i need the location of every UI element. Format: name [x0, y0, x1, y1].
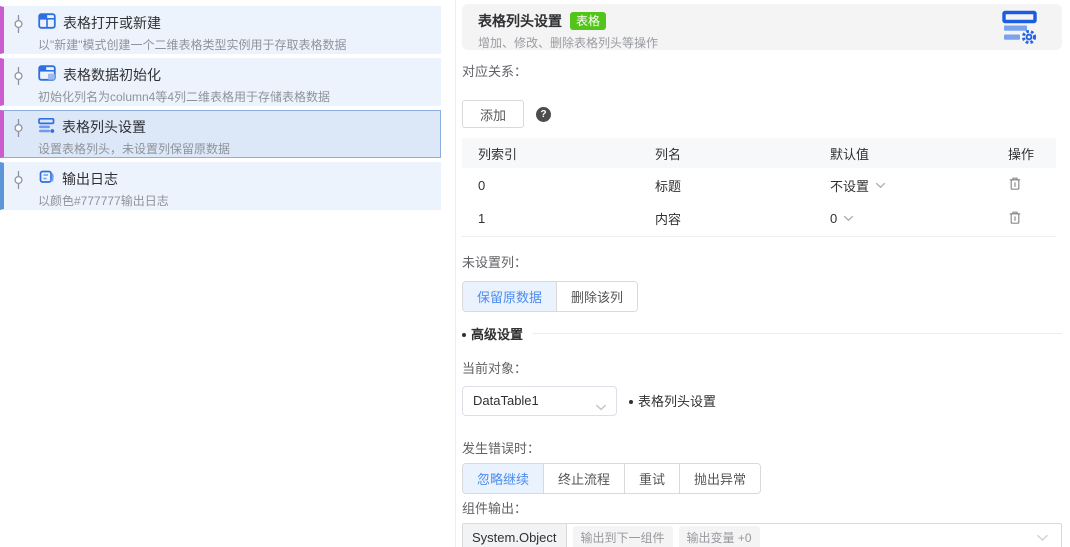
workflow-editor: 表格打开或新建 以"新建"模式创建一个二维表格类型实例用于存取表格数据 表格数据… [0, 0, 1070, 547]
delete-row-icon[interactable] [1008, 177, 1022, 194]
unset-column-toggle: 保留原数据 删除该列 [462, 280, 639, 312]
node-title: 表格数据初始化 [63, 67, 161, 83]
default-value: 不设置 [830, 178, 870, 194]
component-output-label: 组件输出： [462, 500, 528, 516]
drag-handle-icon[interactable] [12, 171, 25, 198]
workflow-node-table-init[interactable]: 表格数据初始化 初始化列名为column4等4列二维表格用于存储表格数据 [0, 58, 441, 106]
panel-divider [455, 0, 456, 547]
component-output-bar[interactable]: System.Object 输出到下一组件 输出变量 +0 [462, 522, 1062, 547]
column-mapping-table: 列索引 列名 默认值 操作 0 标题 不设置 1 内容 0 [462, 138, 1056, 237]
output-target-chip[interactable]: 输出到下一组件 [572, 526, 673, 547]
table-init-icon [38, 64, 56, 86]
node-config-panel: 表格列头设置 表格 增加、修改、删除表格列头等操作 对应关系： 添加 ? 列索引… [462, 0, 1062, 547]
cell-column-name: 内容 [639, 202, 814, 237]
object-hint: 表格列头设置 [629, 391, 716, 410]
current-object-select[interactable]: DataTable1 [462, 385, 617, 416]
node-title: 表格列头设置 [62, 119, 146, 135]
table-header-icon [38, 117, 55, 138]
cell-column-index: 0 [478, 177, 486, 193]
column-header-name: 列名 [639, 138, 814, 168]
cell-column-index: 1 [462, 202, 639, 237]
on-error-toggle: 忽略继续 终止流程 重试 抛出异常 [462, 462, 762, 494]
node-description: 初始化列名为column4等4列二维表格用于存储表格数据 [38, 90, 331, 104]
option-throw-exception[interactable]: 抛出异常 [679, 463, 761, 493]
table-settings-icon [1000, 9, 1040, 51]
option-ignore-continue[interactable]: 忽略继续 [463, 463, 544, 493]
table-row: 0 标题 不设置 [462, 168, 1056, 202]
current-object-label: 当前对象： [462, 360, 528, 376]
add-button[interactable]: 添加 [462, 100, 525, 128]
config-title: 表格列头设置 [478, 13, 562, 29]
default-value-dropdown[interactable]: 0 [830, 211, 992, 226]
chevron-down-icon [595, 399, 607, 414]
option-delete-column[interactable]: 删除该列 [556, 281, 638, 311]
table-new-icon [38, 12, 56, 34]
node-description: 设置表格列头，未设置列保留原数据 [38, 142, 231, 156]
default-value-dropdown[interactable]: 不设置 [830, 176, 992, 195]
current-object-row: DataTable1 表格列头设置 [462, 385, 1062, 416]
output-variable-chip[interactable]: 输出变量 +0 [678, 526, 760, 547]
drag-handle-icon[interactable] [12, 67, 25, 94]
config-subtitle: 增加、修改、删除表格列头等操作 [478, 36, 659, 50]
workflow-node-list: 表格打开或新建 以"新建"模式创建一个二维表格类型实例用于存取表格数据 表格数据… [0, 0, 441, 214]
bullet-icon [629, 400, 633, 404]
bullet-icon [462, 332, 466, 337]
option-stop-flow[interactable]: 终止流程 [543, 463, 625, 493]
cell-column-name: 标题 [655, 178, 682, 194]
option-retry[interactable]: 重试 [624, 463, 680, 493]
node-body: 表格数据初始化 初始化列名为column4等4列二维表格用于存储表格数据 [38, 59, 440, 105]
column-header-default: 默认值 [814, 138, 992, 168]
chevron-down-icon [1036, 529, 1049, 547]
section-divider [533, 332, 1062, 334]
on-error-label: 发生错误时： [462, 440, 541, 456]
chevron-down-icon [875, 182, 886, 188]
node-description: 以"新建"模式创建一个二维表格类型实例用于存取表格数据 [38, 38, 347, 52]
chevron-down-icon [843, 215, 854, 222]
column-header-actions: 操作 [992, 138, 1056, 168]
column-header-index: 列索引 [462, 138, 639, 168]
node-title: 表格打开或新建 [63, 15, 161, 31]
log-output-icon [38, 169, 55, 190]
table-header-row: 列索引 列名 默认值 操作 [462, 138, 1056, 168]
delete-row-icon[interactable] [1008, 211, 1022, 228]
default-value: 0 [830, 211, 838, 227]
drag-handle-icon[interactable] [12, 119, 25, 146]
advanced-settings-title: 高级设置 [462, 324, 523, 343]
workflow-node-table-header-setup[interactable]: 表格列头设置 设置表格列头，未设置列保留原数据 [0, 110, 441, 158]
node-description: 以颜色#777777输出日志 [38, 194, 169, 208]
category-badge: 表格 [570, 12, 607, 30]
workflow-node-output-log[interactable]: 输出日志 以颜色#777777输出日志 [0, 162, 441, 210]
advanced-settings-row: 高级设置 [462, 324, 1062, 343]
selected-object: DataTable1 [473, 393, 539, 408]
unset-column-label: 未设置列： [462, 254, 528, 270]
config-header: 表格列头设置 表格 增加、修改、删除表格列头等操作 [462, 4, 1062, 50]
drag-handle-icon[interactable] [12, 15, 25, 42]
workflow-node-table-open[interactable]: 表格打开或新建 以"新建"模式创建一个二维表格类型实例用于存取表格数据 [0, 6, 441, 54]
option-keep-data[interactable]: 保留原数据 [463, 281, 557, 311]
add-row: 添加 ? [462, 100, 1062, 128]
node-body: 表格列头设置 设置表格列头，未设置列保留原数据 [38, 111, 440, 157]
node-title: 输出日志 [62, 171, 118, 187]
mapping-label: 对应关系： [462, 64, 528, 79]
output-type: System.Object [463, 523, 567, 547]
help-icon[interactable]: ? [536, 106, 552, 122]
table-row: 1 内容 0 [462, 202, 1056, 237]
node-body: 表格打开或新建 以"新建"模式创建一个二维表格类型实例用于存取表格数据 [38, 7, 440, 53]
node-body: 输出日志 以颜色#777777输出日志 [38, 163, 440, 209]
